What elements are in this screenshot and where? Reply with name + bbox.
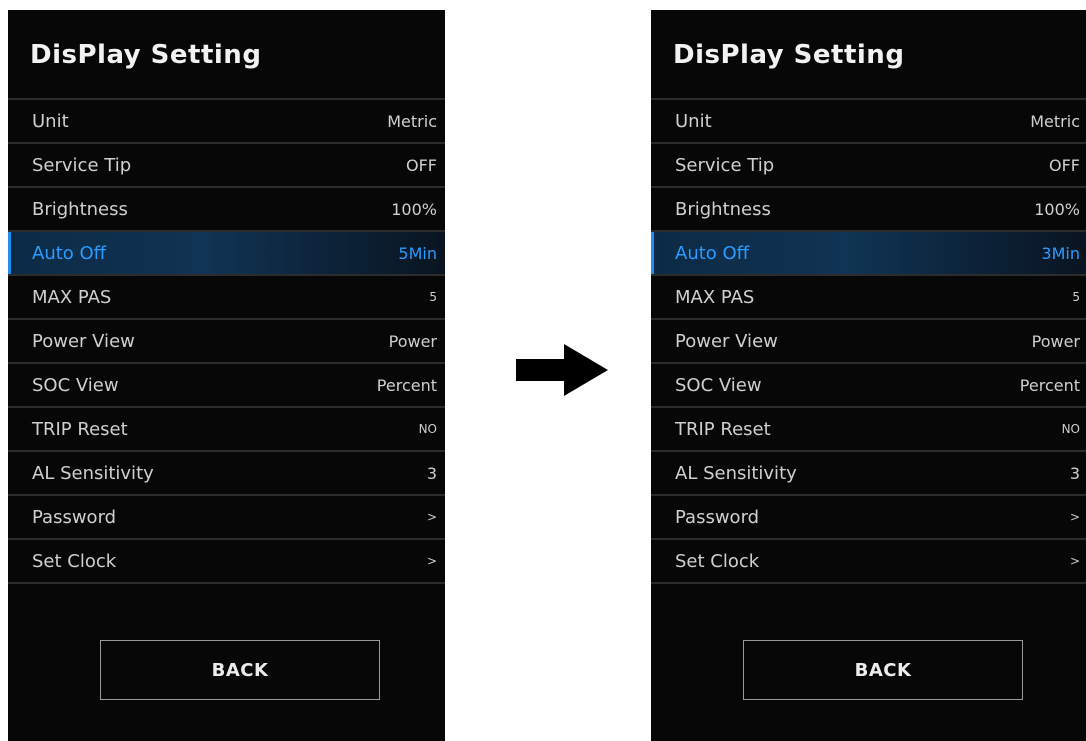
setting-row-al-sensitivity[interactable]: AL Sensitivity 3 — [651, 452, 1086, 496]
chevron-right-icon: > — [1069, 554, 1080, 568]
setting-row-soc-view[interactable]: SOC View Percent — [8, 364, 445, 408]
setting-label: MAX PAS — [675, 286, 755, 308]
setting-label: Power View — [32, 330, 135, 352]
setting-label: Password — [675, 506, 760, 528]
setting-row-service-tip[interactable]: Service Tip OFF — [651, 144, 1086, 188]
setting-row-password[interactable]: Password > — [8, 496, 445, 540]
setting-row-max-pas[interactable]: MAX PAS 5 — [8, 276, 445, 320]
setting-label: Service Tip — [675, 154, 775, 176]
setting-label: SOC View — [675, 374, 762, 396]
setting-row-set-clock[interactable]: Set Clock > — [651, 540, 1086, 584]
setting-label: Brightness — [675, 198, 771, 220]
setting-value: Percent — [1019, 375, 1080, 395]
setting-value: Metric — [387, 111, 437, 131]
setting-row-brightness[interactable]: Brightness 100% — [651, 188, 1086, 232]
setting-row-set-clock[interactable]: Set Clock > — [8, 540, 445, 584]
setting-row-service-tip[interactable]: Service Tip OFF — [8, 144, 445, 188]
setting-row-unit[interactable]: Unit Metric — [8, 100, 445, 144]
setting-row-auto-off[interactable]: Auto Off 3Min — [651, 232, 1086, 276]
setting-value: OFF — [406, 155, 437, 175]
setting-row-trip-reset[interactable]: TRIP Reset NO — [651, 408, 1086, 452]
setting-value: Power — [1031, 331, 1080, 351]
setting-row-power-view[interactable]: Power View Power — [8, 320, 445, 364]
setting-label: Service Tip — [32, 154, 132, 176]
setting-row-al-sensitivity[interactable]: AL Sensitivity 3 — [8, 452, 445, 496]
setting-row-power-view[interactable]: Power View Power — [651, 320, 1086, 364]
setting-value: 5 — [1072, 290, 1080, 304]
display-setting-screen-before: DisPlay Setting Unit Metric Service Tip … — [8, 10, 445, 741]
setting-label: TRIP Reset — [675, 418, 771, 440]
setting-value: OFF — [1049, 155, 1080, 175]
screen-title: DisPlay Setting — [30, 40, 262, 70]
setting-value: 5 — [429, 290, 437, 304]
setting-value: 100% — [391, 199, 437, 219]
chevron-right-icon: > — [426, 510, 437, 524]
setting-row-unit[interactable]: Unit Metric — [651, 100, 1086, 144]
setting-label: SOC View — [32, 374, 119, 396]
setting-label: Set Clock — [675, 550, 760, 572]
setting-label: Unit — [675, 110, 712, 132]
display-setting-screen-after: DisPlay Setting Unit Metric Service Tip … — [651, 10, 1086, 741]
setting-label: TRIP Reset — [32, 418, 128, 440]
setting-value: 5Min — [398, 243, 437, 263]
setting-label: Set Clock — [32, 550, 117, 572]
setting-row-trip-reset[interactable]: TRIP Reset NO — [8, 408, 445, 452]
setting-label: Password — [32, 506, 117, 528]
chevron-right-icon: > — [426, 554, 437, 568]
setting-label: Brightness — [32, 198, 128, 220]
setting-label: Auto Off — [32, 242, 107, 264]
setting-value: Percent — [376, 375, 437, 395]
setting-row-max-pas[interactable]: MAX PAS 5 — [651, 276, 1086, 320]
setting-value: Power — [388, 331, 437, 351]
setting-value: 3 — [426, 463, 437, 483]
setting-label: Unit — [32, 110, 69, 132]
setting-label: Power View — [675, 330, 778, 352]
setting-value: NO — [418, 422, 437, 436]
chevron-right-icon: > — [1069, 510, 1080, 524]
back-button[interactable]: BACK — [743, 640, 1023, 700]
setting-value: Metric — [1030, 111, 1080, 131]
right-arrow-icon — [516, 344, 608, 396]
setting-label: AL Sensitivity — [675, 462, 797, 484]
setting-value: NO — [1061, 422, 1080, 436]
setting-row-password[interactable]: Password > — [651, 496, 1086, 540]
back-button[interactable]: BACK — [100, 640, 380, 700]
setting-row-brightness[interactable]: Brightness 100% — [8, 188, 445, 232]
setting-value: 3Min — [1041, 243, 1080, 263]
setting-label: Auto Off — [675, 242, 750, 264]
setting-row-auto-off[interactable]: Auto Off 5Min — [8, 232, 445, 276]
settings-menu: Unit Metric Service Tip OFF Brightness 1… — [651, 98, 1086, 584]
setting-label: AL Sensitivity — [32, 462, 154, 484]
setting-value: 100% — [1034, 199, 1080, 219]
setting-label: MAX PAS — [32, 286, 112, 308]
screen-title: DisPlay Setting — [673, 40, 905, 70]
setting-row-soc-view[interactable]: SOC View Percent — [651, 364, 1086, 408]
settings-menu: Unit Metric Service Tip OFF Brightness 1… — [8, 98, 445, 584]
setting-value: 3 — [1069, 463, 1080, 483]
